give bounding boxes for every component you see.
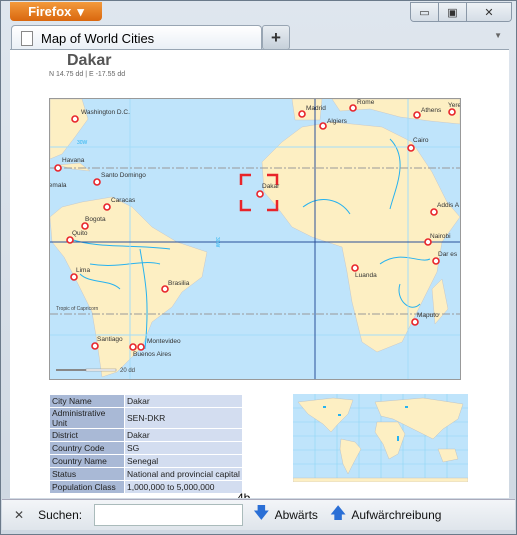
city-label: Montevideo <box>147 338 181 345</box>
firefox-menu-button[interactable]: Firefox ▾ <box>10 2 102 21</box>
city-label: Lima <box>76 267 90 274</box>
city-marker[interactable] <box>256 190 264 198</box>
find-input[interactable] <box>94 504 244 526</box>
detail-value: Senegal <box>125 455 242 467</box>
city-marker[interactable] <box>91 342 99 350</box>
city-label: Havana <box>62 157 85 164</box>
maximize-button[interactable]: ▣ <box>439 3 467 21</box>
city-marker[interactable] <box>103 203 111 211</box>
city-marker[interactable] <box>411 318 419 326</box>
city-marker[interactable] <box>407 144 415 152</box>
city-marker[interactable] <box>66 236 74 244</box>
arrow-down-icon[interactable]: 🡇 <box>253 502 269 529</box>
detail-value: 1,000,000 to 5,000,000 <box>125 481 242 493</box>
city-marker[interactable] <box>129 343 137 351</box>
city-label: Cairo <box>413 137 429 144</box>
overview-map[interactable] <box>293 394 468 482</box>
table-row: District Dakar <box>50 429 242 441</box>
city-marker[interactable] <box>54 164 62 172</box>
city-marker[interactable] <box>70 273 78 281</box>
city-marker[interactable] <box>413 111 421 119</box>
city-label: Bogota <box>85 216 106 223</box>
city-label: Maputo <box>417 312 439 319</box>
menu-label: Firefox <box>28 4 72 19</box>
detail-key: District <box>50 429 124 441</box>
city-marker[interactable] <box>319 122 327 130</box>
tab-map-of-world-cities[interactable]: Map of World Cities <box>11 25 262 51</box>
close-button[interactable]: ✕ <box>467 3 511 21</box>
city-label: Addis A <box>437 202 460 209</box>
page-icon <box>21 31 33 46</box>
page-text-fragment: 4b <box>237 491 251 498</box>
city-label: Algiers <box>327 118 348 125</box>
city-label: Santo Domingo <box>101 172 146 179</box>
city-map[interactable]: 30W 30W Tropic of Capricorn Washington D… <box>49 98 461 380</box>
tab-title: Map of World Cities <box>41 31 155 46</box>
close-findbar-icon[interactable]: ✕ <box>14 508 24 522</box>
grid-label: 30W <box>77 140 88 146</box>
city-label: Luanda <box>355 272 377 279</box>
city-label: Quito <box>72 230 88 237</box>
city-label: Athens <box>421 107 442 114</box>
city-marker[interactable] <box>93 178 101 186</box>
detail-value: SEN-DKR <box>125 408 242 428</box>
window-controls: ▭ ▣ ✕ <box>410 2 512 22</box>
find-bar: ✕ Suchen: 🡇 Abwärts 🡅 Aufwärchreibung <box>2 499 515 530</box>
city-label: Dar es <box>438 251 458 258</box>
scale-label: 20 dd <box>120 368 135 374</box>
city-marker[interactable] <box>430 208 438 216</box>
detail-key: Country Name <box>50 455 124 467</box>
table-row: Status National and provincial capital <box>50 468 242 480</box>
city-label: Washington D.C. <box>81 109 130 116</box>
find-label: Suchen: <box>38 508 83 522</box>
detail-key: Status <box>50 468 124 480</box>
detail-value: Dakar <box>125 395 242 407</box>
page-title: Dakar <box>67 52 112 69</box>
city-details-table: City Name Dakar Administrative Unit SEN-DKR… <box>49 394 243 494</box>
city-label: Buenos Aires <box>133 351 172 358</box>
city-marker[interactable] <box>448 108 456 116</box>
table-row: Administrative Unit SEN-DKR <box>50 408 242 428</box>
grid-label-vertical: 30W <box>214 237 220 248</box>
find-previous-button[interactable]: Aufwärchreibung <box>351 508 441 522</box>
table-row: City Name Dakar <box>50 395 242 407</box>
detail-value: SG <box>125 442 242 454</box>
city-marker[interactable] <box>349 104 357 112</box>
tab-list-icon[interactable]: ▼ <box>494 31 502 40</box>
city-marker[interactable] <box>351 264 359 272</box>
city-marker[interactable] <box>298 110 306 118</box>
city-marker[interactable] <box>137 343 145 351</box>
browser-window: Firefox ▾ ▭ ▣ ✕ Map of World Cities + ▼ D… <box>0 0 517 535</box>
city-marker[interactable] <box>432 257 440 265</box>
city-label: Caracas <box>111 197 136 204</box>
arrow-up-icon[interactable]: 🡅 <box>330 502 346 529</box>
city-label: Rome <box>357 99 375 106</box>
page-content: Dakar N 14.75 dd | E -17.55 dd 30W 30W T… <box>10 49 509 498</box>
city-label: Madrid <box>306 105 326 112</box>
table-row: Country Name Senegal <box>50 455 242 467</box>
city-label: Santiago <box>97 336 123 343</box>
city-marker[interactable] <box>81 222 89 230</box>
city-label: Dakar <box>262 183 280 190</box>
coordinates: N 14.75 dd | E -17.55 dd <box>49 71 126 78</box>
city-label: Brasilia <box>168 280 190 287</box>
detail-value: Dakar <box>125 429 242 441</box>
detail-key: City Name <box>50 395 124 407</box>
detail-value: National and provincial capital <box>125 468 242 480</box>
city-label: Nairobi <box>430 233 451 240</box>
detail-key: Administrative Unit <box>50 408 124 428</box>
minimize-button[interactable]: ▭ <box>411 3 439 21</box>
detail-key: Population Class <box>50 481 124 493</box>
tropic-label: Tropic of Capricorn <box>56 306 99 312</box>
city-marker[interactable] <box>71 115 79 123</box>
new-tab-button[interactable]: + <box>262 25 290 50</box>
city-label: Yerevan <box>448 102 461 109</box>
detail-key: Country Code <box>50 442 124 454</box>
table-row: Population Class 1,000,000 to 5,000,000 <box>50 481 242 493</box>
find-next-button[interactable]: Abwärts <box>275 508 318 522</box>
city-label: temala <box>49 182 67 189</box>
dropdown-icon: ▾ <box>77 3 84 19</box>
table-row: Country Code SG <box>50 442 242 454</box>
